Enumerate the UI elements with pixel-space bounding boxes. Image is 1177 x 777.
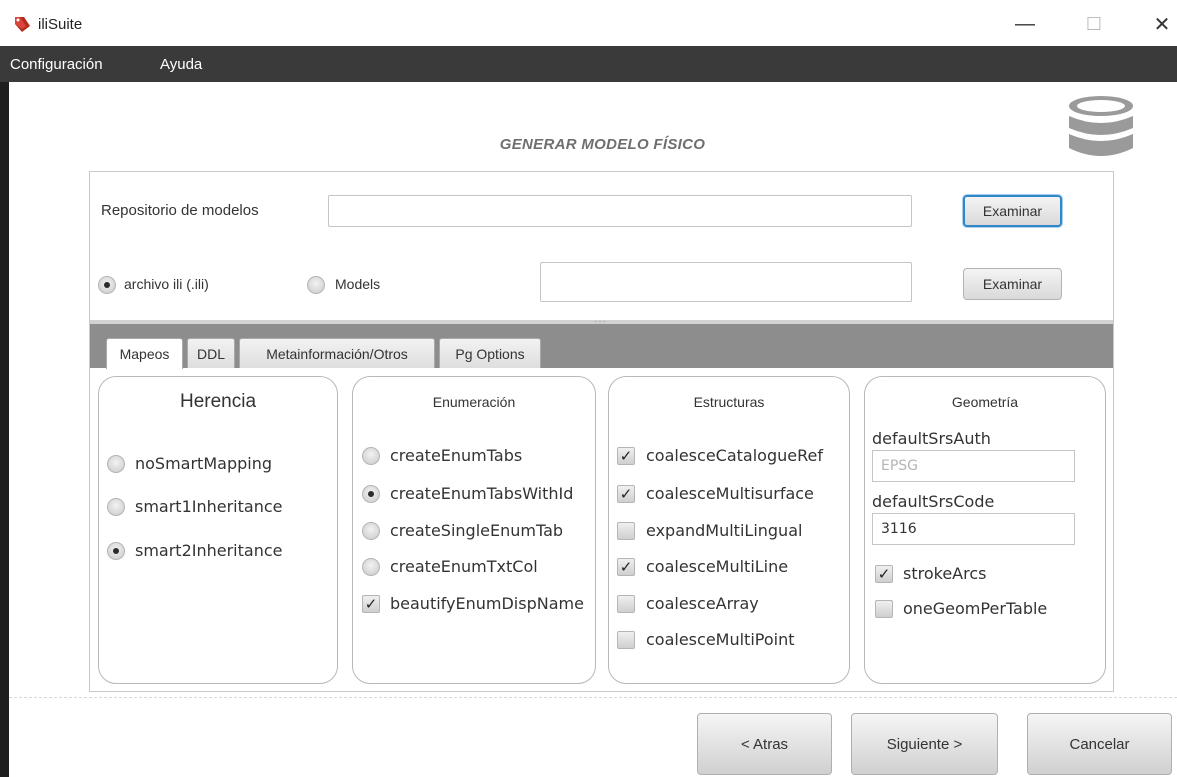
estructuras-title: Estructuras (693, 394, 765, 410)
menu-bar: Configuración Ayuda (0, 46, 1177, 82)
browse-repo-button[interactable]: Examinar (963, 195, 1062, 227)
check-icon: ✓ (619, 558, 633, 576)
database-icon (1069, 96, 1133, 156)
createenumtabs-radio[interactable] (362, 447, 380, 465)
herencia-title: Herencia (179, 391, 257, 412)
nosmartmapping-label: noSmartMapping (135, 454, 272, 473)
expandmultilingual-checkbox[interactable] (617, 522, 635, 540)
coalescearray-label: coalesceArray (646, 594, 759, 613)
title-bar: iliSuite — ☐ ✕ (0, 0, 1177, 46)
app-logo-icon (15, 17, 30, 32)
repo-input[interactable] (328, 195, 912, 227)
geometria-title: Geometría (951, 394, 1019, 410)
coalescemultipoint-checkbox[interactable] (617, 631, 635, 649)
models-label: Models (335, 276, 381, 292)
browse-file-button[interactable]: Examinar (963, 268, 1062, 300)
smart2inheritance-label: smart2Inheritance (135, 541, 283, 560)
srs-auth-input[interactable]: EPSG (872, 450, 1075, 482)
expandmultilingual-label: expandMultiLingual (646, 521, 803, 540)
minimize-button[interactable]: — (1003, 8, 1047, 40)
onegeompertable-checkbox[interactable] (875, 600, 893, 618)
smart2inheritance-radio[interactable] (107, 542, 125, 560)
coalescearray-checkbox[interactable] (617, 595, 635, 613)
next-button[interactable]: Siguiente > (851, 713, 998, 775)
window-edge (0, 82, 9, 777)
coalescecatalogueref-checkbox[interactable]: ✓ (617, 447, 635, 465)
createenumtabswithid-radio[interactable] (362, 485, 380, 503)
srs-auth-label: defaultSrsAuth (872, 429, 991, 448)
smart1inheritance-label: smart1Inheritance (135, 497, 283, 516)
page-title: GENERAR MODELO FÍSICO (499, 136, 706, 153)
cancel-button[interactable]: Cancelar (1027, 713, 1172, 775)
nosmartmapping-radio[interactable] (107, 455, 125, 473)
createsingleenumtab-radio[interactable] (362, 522, 380, 540)
herencia-panel: Herencia (98, 376, 338, 684)
check-icon: ✓ (619, 447, 633, 465)
tab-mapeos[interactable]: Mapeos (106, 338, 183, 369)
check-icon: ✓ (619, 485, 633, 503)
smart1inheritance-radio[interactable] (107, 498, 125, 516)
window-title: iliSuite (38, 16, 83, 33)
coalescemultisurface-checkbox[interactable]: ✓ (617, 485, 635, 503)
coalescemultipoint-label: coalesceMultiPoint (646, 630, 795, 649)
strokearcs-checkbox[interactable]: ✓ (875, 565, 893, 583)
srs-code-label: defaultSrsCode (872, 492, 995, 511)
check-icon: ✓ (877, 565, 891, 583)
beautifyenumdispname-label: beautifyEnumDispName (390, 594, 584, 613)
coalescemultiline-label: coalesceMultiLine (646, 557, 789, 576)
tab-ddl[interactable]: DDL (187, 338, 235, 368)
check-icon: ✓ (364, 595, 378, 613)
repo-label: Repositorio de modelos (101, 202, 259, 219)
maximize-button[interactable]: ☐ (1072, 8, 1116, 40)
ili-file-input[interactable] (540, 262, 912, 302)
ili-file-radio[interactable] (98, 276, 116, 294)
menu-ayuda[interactable]: Ayuda (160, 56, 202, 73)
menu-configuracion[interactable]: Configuración (10, 56, 103, 73)
enumeracion-title: Enumeración (432, 394, 516, 410)
back-button[interactable]: < Atras (697, 713, 832, 775)
createsingleenumtab-label: createSingleEnumTab (390, 521, 564, 540)
tab-pg-options[interactable]: Pg Options (439, 338, 541, 368)
coalescemultisurface-label: coalesceMultisurface (646, 484, 814, 503)
models-radio[interactable] (307, 276, 325, 294)
createenumtxtcol-label: createEnumTxtCol (390, 557, 538, 576)
ili-file-label: archivo ili (.ili) (124, 276, 209, 292)
srs-code-input[interactable]: 3116 (872, 513, 1075, 545)
createenumtxtcol-radio[interactable] (362, 558, 380, 576)
bottom-separator (9, 697, 1177, 698)
close-button[interactable]: ✕ (1140, 8, 1177, 40)
coalescemultiline-checkbox[interactable]: ✓ (617, 558, 635, 576)
createenumtabswithid-label: createEnumTabsWithId (390, 484, 574, 503)
strokearcs-label: strokeArcs (903, 564, 987, 583)
tab-metainformacion[interactable]: Metainformación/Otros (239, 338, 435, 368)
coalescecatalogueref-label: coalesceCatalogueRef (646, 446, 823, 465)
onegeompertable-label: oneGeomPerTable (903, 599, 1048, 618)
beautifyenumdispname-checkbox[interactable]: ✓ (362, 595, 380, 613)
createenumtabs-label: createEnumTabs (390, 446, 523, 465)
